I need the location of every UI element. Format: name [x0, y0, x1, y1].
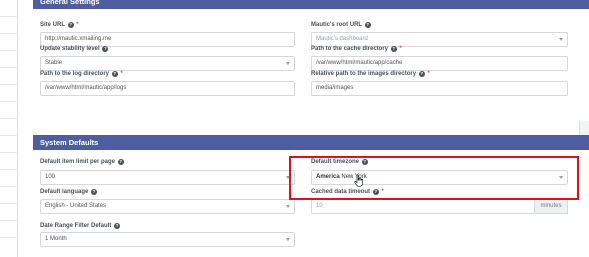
required-marker: *: [399, 46, 402, 52]
help-icon[interactable]: ?: [418, 71, 425, 77]
help-icon[interactable]: ?: [111, 71, 118, 77]
chevron-down-icon: [286, 205, 290, 208]
system-defaults-heading: System Defaults: [33, 135, 589, 150]
help-icon[interactable]: ?: [364, 22, 371, 28]
chevron-down-icon: [286, 238, 290, 241]
item-limit-label: Default item limit per page: [40, 159, 116, 165]
help-icon[interactable]: ?: [67, 22, 74, 28]
stability-select[interactable]: Stable: [40, 56, 295, 71]
root-url-label: Mautic's root URL: [311, 22, 362, 28]
log-dir-input[interactable]: /var/www/html/mautic/app/logs: [40, 81, 295, 96]
timezone-highlight-box: [289, 156, 579, 200]
item-limit-field: Default item limit per page ? 100: [40, 158, 295, 185]
help-icon[interactable]: ?: [390, 46, 397, 52]
settings-content: General Settings Site URL ? * http://mau…: [18, 0, 589, 257]
cache-timeout-input[interactable]: 10: [311, 199, 535, 214]
left-sidebar-strip: [0, 0, 18, 257]
cache-dir-field: Path to the cache directory ? * /var/www…: [311, 45, 568, 71]
help-icon[interactable]: ?: [117, 159, 124, 165]
log-dir-label: Path to the log directory: [40, 71, 110, 77]
chevron-down-icon: [559, 38, 563, 41]
date-range-label: Date Range Filter Default: [40, 223, 112, 229]
date-range-field: Date Range Filter Default ? 1 Month: [40, 222, 295, 247]
chevron-down-icon: [286, 62, 290, 65]
language-field: Default language ? English - United Stat…: [40, 188, 295, 214]
site-url-label: Site URL: [40, 22, 65, 28]
images-dir-label: Relative path to the images directory: [311, 71, 417, 77]
general-settings-heading: General Settings: [33, 0, 589, 9]
item-limit-select[interactable]: 100: [40, 170, 295, 185]
required-marker: *: [76, 22, 79, 28]
cache-dir-input[interactable]: /var/www/html/mautic/app/cache: [311, 56, 568, 71]
stability-field: Update stability level ? Stable: [40, 45, 295, 71]
language-label: Default language: [40, 189, 89, 195]
root-url-placeholder: Mautic's dashboard: [316, 36, 368, 42]
help-icon[interactable]: ?: [91, 189, 98, 195]
root-url-field: Mautic's root URL ? Mautic's dashboard: [311, 21, 568, 47]
language-value: English - United States: [45, 203, 107, 209]
stability-value: Stable: [45, 60, 63, 66]
images-dir-field: Relative path to the images directory ? …: [311, 70, 568, 96]
hand-cursor-icon: [354, 174, 365, 192]
language-select[interactable]: English - United States: [40, 199, 295, 214]
help-icon[interactable]: ?: [102, 46, 109, 52]
item-limit-value: 100: [45, 174, 56, 180]
required-marker: *: [120, 71, 123, 77]
images-dir-input[interactable]: media/images: [311, 81, 568, 96]
log-dir-field: Path to the log directory ? * /var/www/h…: [40, 70, 295, 96]
general-settings-panel: General Settings Site URL ? * http://mau…: [33, 0, 589, 121]
site-url-field: Site URL ? * http://mautic.xmailing.me: [40, 21, 295, 47]
help-icon[interactable]: ?: [114, 223, 121, 229]
cache-dir-label: Path to the cache directory: [311, 46, 389, 52]
date-range-select[interactable]: 1 Month: [40, 232, 295, 247]
minutes-addon: minutes: [535, 199, 568, 214]
date-range-value: 1 Month: [45, 236, 67, 242]
required-marker: *: [427, 71, 430, 77]
stability-label: Update stability level: [40, 46, 100, 52]
